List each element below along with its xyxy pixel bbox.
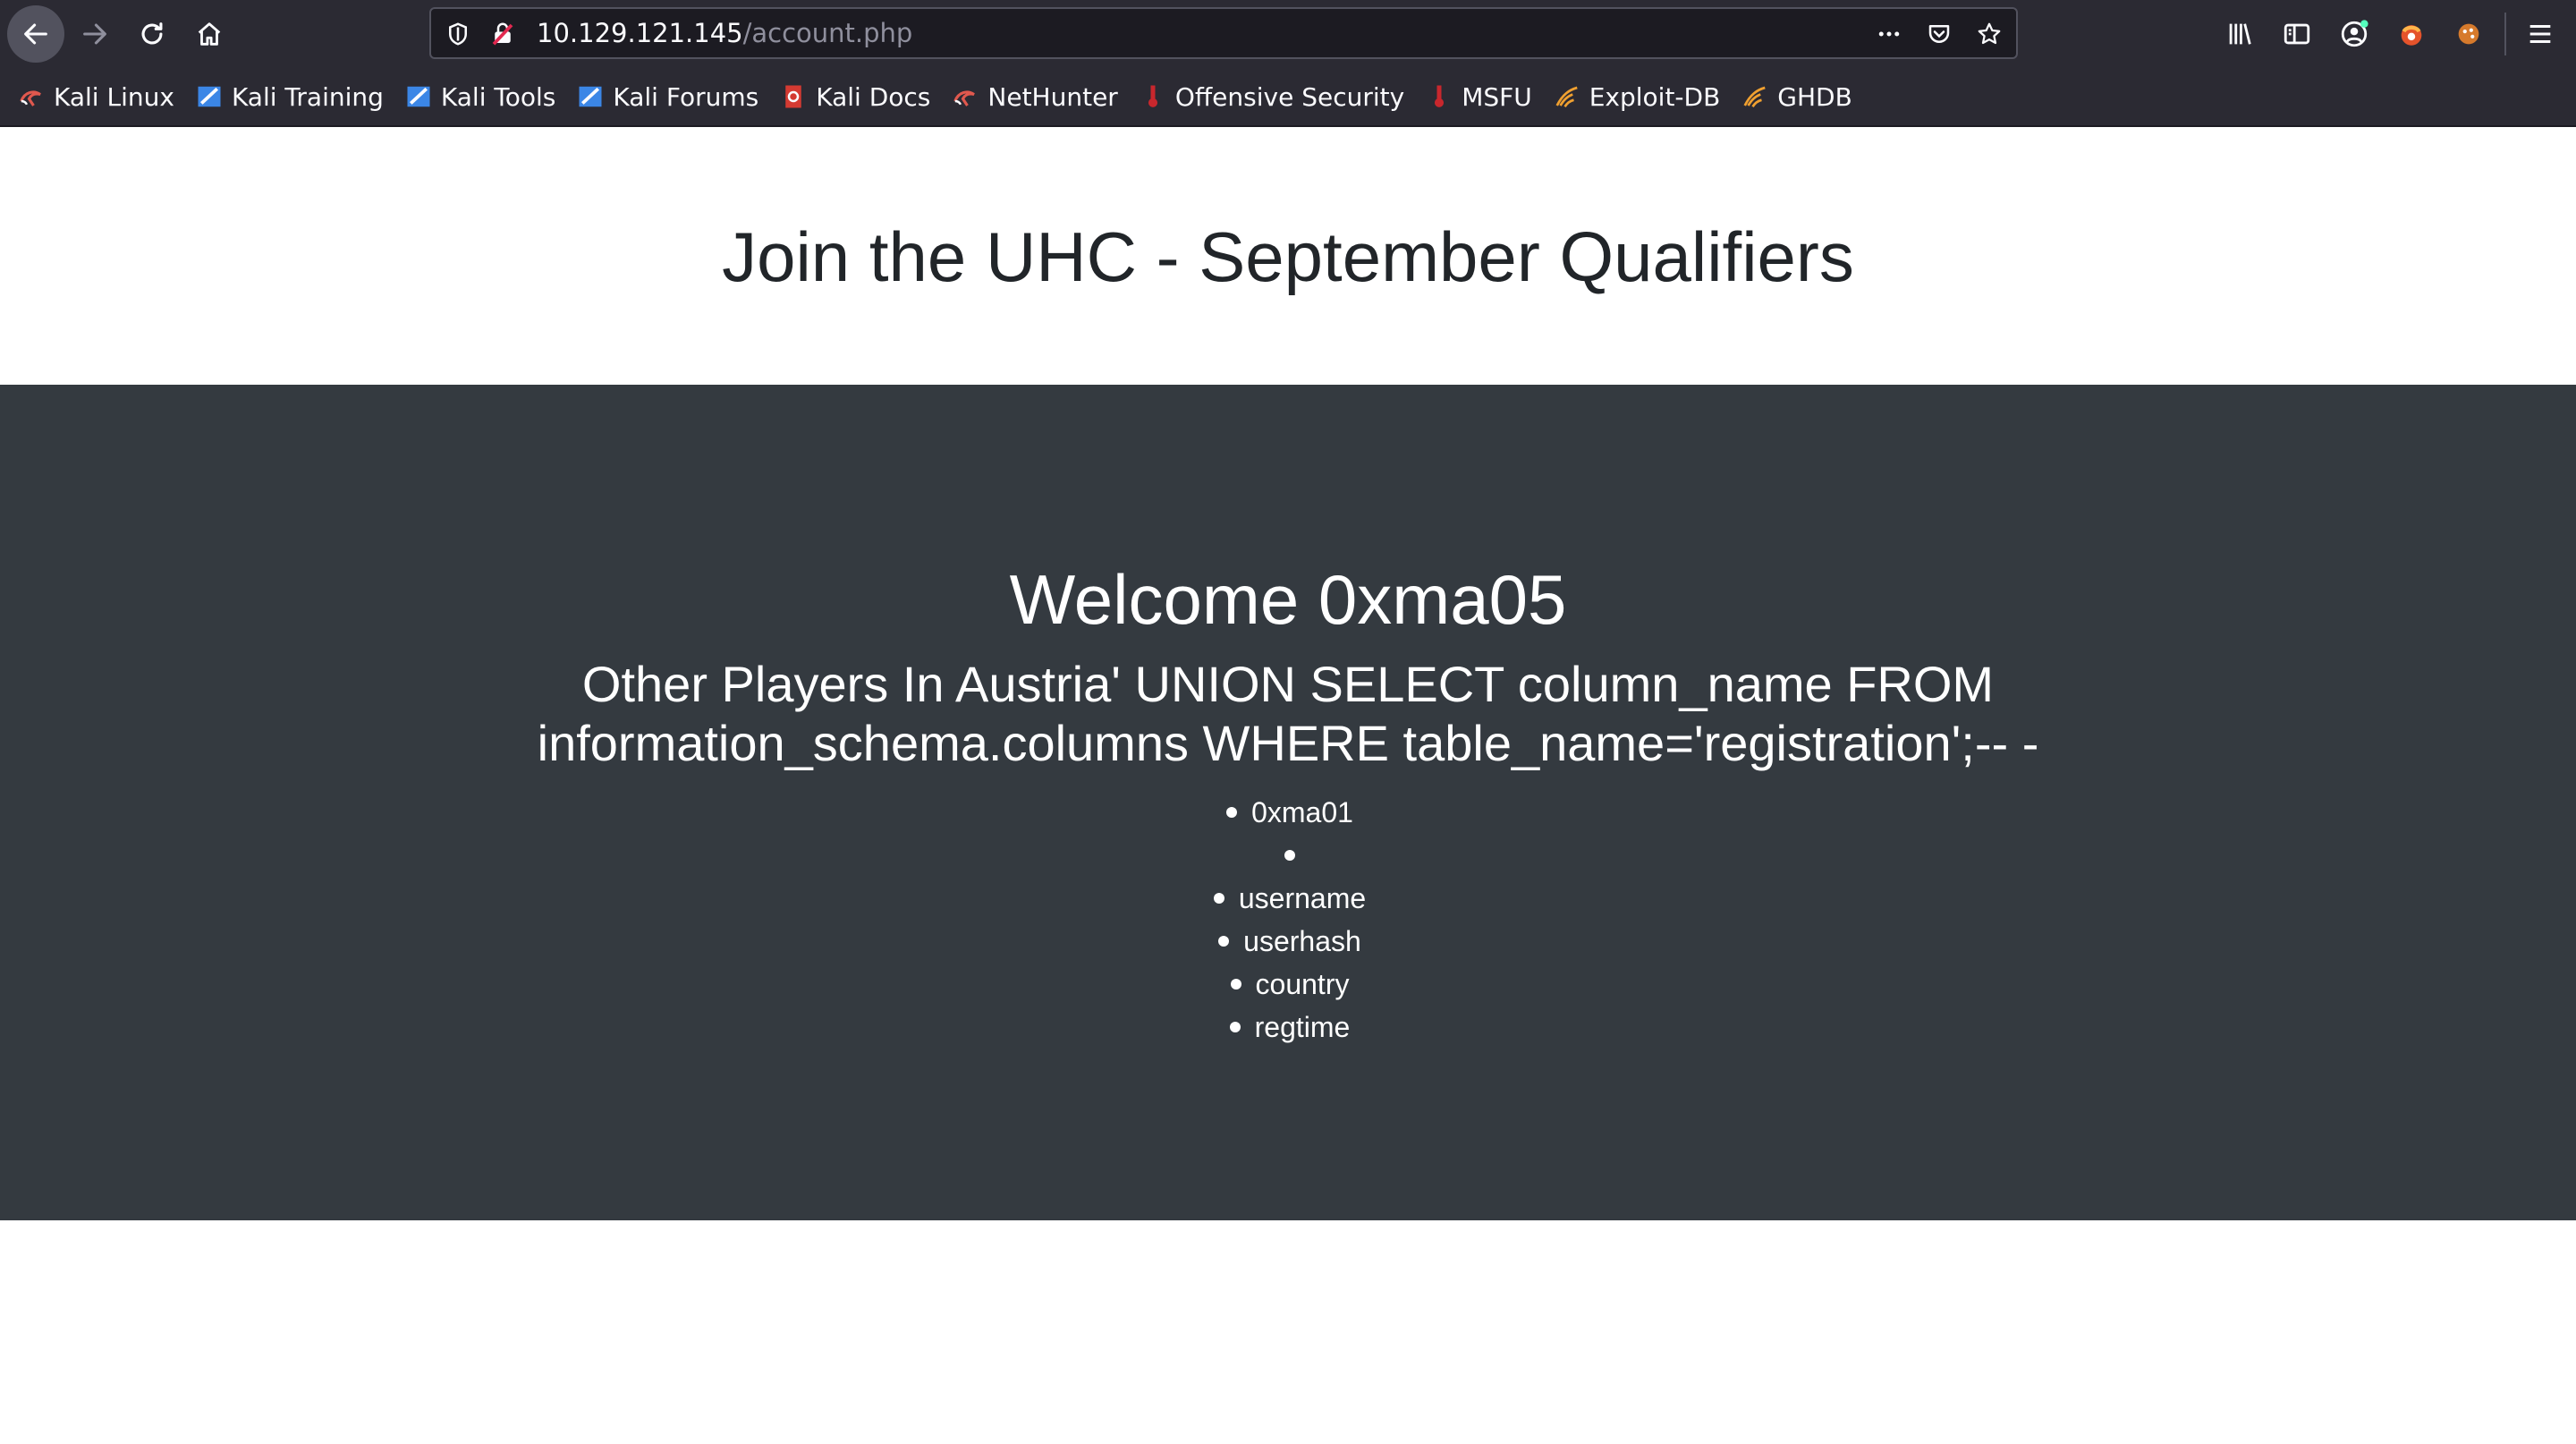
- reload-button[interactable]: [123, 5, 181, 63]
- list-item: username: [0, 877, 2576, 920]
- offsec-icon: [1140, 83, 1166, 110]
- bookmark-label: Kali Training: [231, 81, 384, 112]
- kali-tools-icon: [405, 83, 432, 110]
- bullet-icon: [1218, 935, 1230, 947]
- forward-button[interactable]: [66, 5, 123, 63]
- bookmark-offensive-security[interactable]: Offensive Security: [1140, 75, 1404, 118]
- sidebar-icon[interactable]: [2279, 16, 2315, 52]
- bullet-icon: [1230, 978, 1241, 990]
- bookmark-label: GHDB: [1777, 81, 1852, 112]
- bookmark-label: Offensive Security: [1174, 81, 1405, 112]
- list-item: userhash: [0, 920, 2576, 963]
- bullet-icon: [1226, 806, 1238, 818]
- bullet-icon: [1229, 1021, 1241, 1032]
- player-name: country: [1255, 968, 1350, 1000]
- player-name: 0xma01: [1251, 796, 1353, 828]
- back-arrow-icon: [24, 23, 47, 45]
- shield-icon[interactable]: [442, 18, 474, 50]
- player-list: 0xma01 username userhash country regtime: [0, 791, 2576, 1049]
- url-bar[interactable]: 10.129.121.145/account.php: [429, 7, 2018, 59]
- list-item: country: [0, 963, 2576, 1006]
- player-name: userhash: [1243, 925, 1361, 957]
- player-name: username: [1238, 882, 1367, 914]
- browser-toolbar: 10.129.121.145/account.php: [0, 0, 2576, 68]
- bookmark-kali-docs[interactable]: Kali Docs: [780, 75, 930, 118]
- bookmark-kali-tools[interactable]: Kali Tools: [405, 75, 555, 118]
- bookmark-kali-training[interactable]: Kali Training: [196, 75, 384, 118]
- players-heading: Other Players In Austria' UNION SELECT c…: [537, 656, 2039, 771]
- ghdb-icon: [1741, 83, 1768, 110]
- list-item: [0, 834, 2576, 877]
- insecure-lock-icon[interactable]: [487, 18, 519, 50]
- library-icon[interactable]: [2222, 16, 2258, 52]
- list-item: regtime: [0, 1006, 2576, 1049]
- bullet-icon: [1213, 892, 1224, 904]
- list-item: 0xma01: [0, 791, 2576, 834]
- bookmark-label: Kali Linux: [54, 81, 174, 112]
- extension-icon[interactable]: [2451, 16, 2487, 52]
- home-button[interactable]: [181, 5, 238, 63]
- nethunter-icon: [952, 83, 979, 110]
- bookmark-label: Kali Tools: [440, 81, 556, 112]
- bookmark-nethunter[interactable]: NetHunter: [952, 75, 1118, 118]
- bookmark-label: Exploit-DB: [1589, 81, 1721, 112]
- bookmark-kali-forums[interactable]: Kali Forums: [577, 75, 758, 118]
- back-button[interactable]: [7, 5, 64, 63]
- exploitdb-icon: [1554, 83, 1580, 110]
- kali-dragon-icon: [18, 83, 45, 110]
- bookmark-msfu[interactable]: MSFU: [1426, 75, 1532, 118]
- player-name: regtime: [1254, 1011, 1351, 1043]
- bookmark-label: NetHunter: [987, 81, 1118, 112]
- kali-docs-icon: [780, 83, 807, 110]
- extension-icon[interactable]: [2394, 16, 2429, 52]
- pocket-icon[interactable]: [1923, 18, 1955, 50]
- bookmark-label: MSFU: [1462, 81, 1532, 112]
- forward-arrow-icon: [83, 23, 106, 45]
- account-icon[interactable]: [2336, 16, 2372, 52]
- page-footer-blank: [0, 1220, 2576, 1444]
- kali-training-icon: [196, 83, 223, 110]
- bookmarks-toolbar: Kali Linux Kali Training Kali Tools Kali…: [0, 68, 2576, 127]
- welcome-heading: Welcome 0xma05: [1009, 560, 1567, 639]
- url-host: 10.129.121.145: [537, 18, 743, 48]
- bookmark-label: Kali Docs: [816, 81, 931, 112]
- more-dots-icon[interactable]: [1873, 18, 1905, 50]
- kali-forums-icon: [577, 83, 604, 110]
- url-text[interactable]: 10.129.121.145/account.php: [537, 9, 912, 57]
- toolbar-divider: [2504, 13, 2506, 55]
- bookmark-kali-linux[interactable]: Kali Linux: [18, 75, 174, 118]
- bookmark-ghdb[interactable]: GHDB: [1741, 75, 1852, 118]
- menu-icon[interactable]: [2522, 16, 2558, 52]
- page-title: Join the UHC - September Qualifiers: [722, 217, 1854, 296]
- url-path: /account.php: [742, 18, 913, 48]
- star-icon[interactable]: [1973, 18, 2005, 50]
- reload-icon: [141, 22, 163, 45]
- home-icon: [198, 22, 221, 46]
- msfu-icon: [1426, 83, 1453, 110]
- bookmark-label: Kali Forums: [613, 81, 759, 112]
- bullet-icon: [1284, 849, 1295, 861]
- bookmark-exploit-db[interactable]: Exploit-DB: [1554, 75, 1721, 118]
